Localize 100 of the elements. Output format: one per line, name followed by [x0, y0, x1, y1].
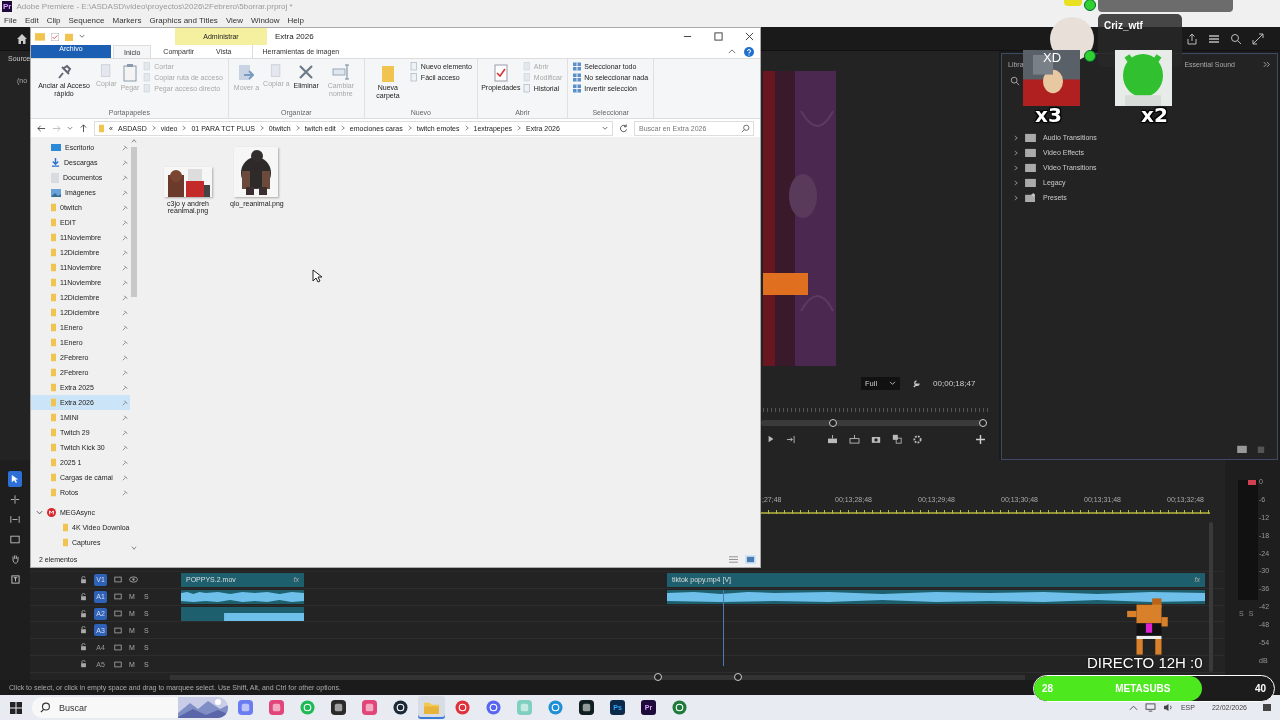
menu-item[interactable]: Edit [24, 15, 39, 25]
caret-icon[interactable] [67, 125, 73, 131]
chevron-icon [1014, 164, 1018, 171]
up-icon[interactable] [79, 123, 88, 133]
search-field[interactable]: Buscar [32, 697, 228, 718]
insert-icon[interactable] [827, 434, 838, 444]
large-icons-view-icon[interactable] [745, 555, 756, 564]
caret-icon[interactable] [79, 34, 85, 39]
folder-icon[interactable] [1237, 445, 1247, 453]
lock-icon[interactable] [80, 626, 87, 635]
add-icon[interactable] [976, 434, 985, 444]
pin-icon[interactable] [122, 174, 129, 181]
time-ruler[interactable] [760, 508, 1210, 514]
pin-icon[interactable] [122, 459, 129, 466]
help-icon[interactable] [744, 46, 754, 57]
back-icon[interactable] [37, 123, 46, 133]
pin-icon[interactable] [122, 399, 129, 406]
audio-clip[interactable] [667, 589, 1205, 604]
pin-icon[interactable] [122, 159, 129, 166]
pin-icon[interactable] [122, 309, 129, 316]
zoom-scrollbar[interactable] [170, 675, 1025, 680]
sync-icon[interactable] [114, 576, 122, 584]
pin-icon[interactable] [122, 234, 129, 241]
pin-icon[interactable] [122, 489, 129, 496]
properties-icon[interactable] [51, 32, 59, 41]
menu-item[interactable]: Help [287, 15, 304, 25]
chevron-icon[interactable] [728, 49, 736, 54]
start-icon[interactable] [10, 701, 22, 714]
lock-icon[interactable] [80, 609, 87, 618]
menu-icon[interactable] [1208, 32, 1220, 45]
pin-icon[interactable] [122, 189, 129, 196]
chevron-icon[interactable] [1128, 704, 1138, 711]
app-icon[interactable] [579, 700, 594, 715]
scrollbar[interactable] [130, 137, 138, 552]
close-icon[interactable] [745, 32, 754, 41]
pin-icon[interactable] [122, 279, 129, 286]
pin-icon[interactable] [122, 429, 129, 436]
app-icon[interactable] [393, 700, 408, 715]
pin-icon[interactable] [122, 219, 129, 226]
menu-item[interactable]: Window [251, 15, 280, 25]
search-icon [40, 702, 51, 713]
eye-icon[interactable] [129, 576, 138, 584]
pin-icon[interactable] [122, 414, 129, 421]
clipboard-icon [122, 64, 137, 82]
zoom-scrollbar[interactable] [761, 420, 987, 426]
monitor-icon[interactable] [1144, 703, 1156, 712]
sync-icon[interactable] [114, 593, 122, 601]
pin-icon[interactable] [122, 249, 129, 256]
selection-tool[interactable] [8, 471, 22, 487]
trash-icon[interactable] [1257, 445, 1265, 453]
wrench-icon[interactable] [912, 379, 922, 388]
menu-item[interactable]: Markers [112, 15, 142, 25]
pin-icon[interactable] [122, 294, 129, 301]
share-icon[interactable] [1186, 32, 1198, 45]
pin-icon[interactable] [122, 324, 129, 331]
chat-username: Criz_wtf [1104, 20, 1143, 31]
pin-icon[interactable] [122, 474, 129, 481]
app-icon[interactable] [331, 700, 346, 715]
pin-icon[interactable] [122, 204, 129, 211]
sync-icon[interactable] [114, 643, 122, 651]
menu-item[interactable]: File [4, 15, 17, 25]
menu-item[interactable]: Sequence [68, 15, 105, 25]
overwrite-icon[interactable] [849, 434, 860, 444]
scroll-down-icon[interactable] [131, 546, 138, 550]
chevron-icon[interactable] [36, 509, 43, 516]
settings-icon[interactable] [913, 434, 922, 444]
menu-item[interactable]: View [225, 15, 244, 25]
compare-icon[interactable] [892, 434, 902, 444]
refresh-icon[interactable] [619, 123, 628, 133]
notification-icon[interactable] [1262, 702, 1272, 713]
audio-clip[interactable] [181, 606, 304, 621]
camera-icon[interactable] [871, 434, 881, 444]
lock-icon[interactable] [80, 660, 87, 669]
step-icon[interactable] [786, 434, 795, 444]
fullscreen-icon[interactable] [1252, 32, 1264, 45]
sync-icon[interactable] [114, 660, 122, 668]
scroll-up-icon[interactable] [131, 139, 138, 143]
pin-icon[interactable] [122, 264, 129, 271]
play-icon[interactable] [767, 435, 775, 443]
speaker-icon[interactable] [1162, 703, 1174, 712]
pin-icon[interactable] [122, 444, 129, 451]
search-icon[interactable] [1010, 76, 1020, 86]
pin-icon[interactable] [122, 354, 129, 361]
lock-icon[interactable] [80, 575, 87, 584]
maximize-icon[interactable] [714, 32, 723, 41]
menu-item[interactable]: Clip [46, 15, 61, 25]
menu-item[interactable]: Graphics and Titles [149, 15, 218, 25]
caret-icon[interactable] [602, 125, 608, 131]
details-view-icon[interactable] [728, 555, 739, 564]
pin-icon[interactable] [122, 369, 129, 376]
lock-icon[interactable] [80, 643, 87, 652]
caret-icon [889, 381, 897, 386]
pin-icon[interactable] [122, 384, 129, 391]
lock-icon[interactable] [80, 592, 87, 601]
pin-icon[interactable] [122, 339, 129, 346]
pin-icon[interactable] [122, 144, 129, 151]
search-icon[interactable] [1230, 32, 1242, 45]
home-icon[interactable] [16, 32, 28, 45]
overflow-icon[interactable] [1263, 60, 1271, 68]
audio-clip[interactable] [181, 589, 304, 604]
